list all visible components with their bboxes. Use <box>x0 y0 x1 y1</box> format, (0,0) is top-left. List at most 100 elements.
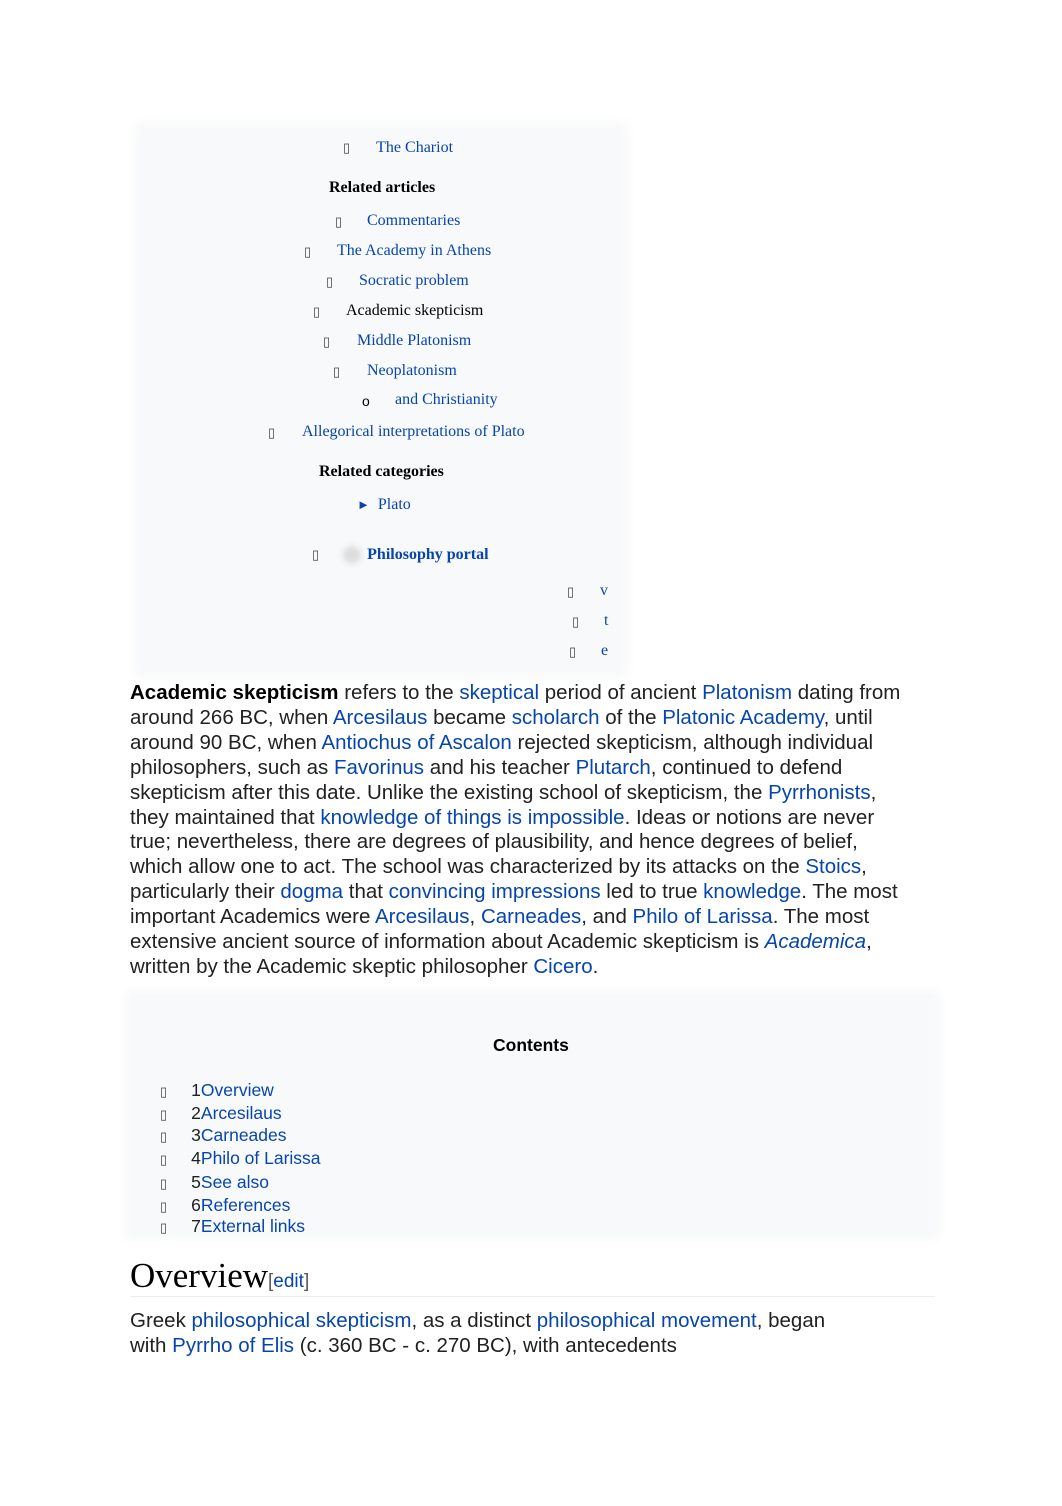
category-plato[interactable]: ► Plato <box>357 496 411 514</box>
text-run: of the <box>599 705 663 729</box>
inline-link[interactable]: Platonic Academy <box>662 706 823 729</box>
paragraph-line: they maintained that knowledge of things… <box>130 806 874 831</box>
text-run: , as a distinct <box>411 1309 537 1332</box>
bullet-icon: ▯ <box>268 425 276 440</box>
sidebar-link[interactable]: The Chariot <box>376 139 453 156</box>
toc-title: Contents <box>493 1035 569 1055</box>
bold-term: Academic skepticism <box>130 681 339 704</box>
bullet-icon: ▯ <box>304 244 312 259</box>
toc-item[interactable]: ▯ 1Overview <box>160 1080 274 1101</box>
text-run: (c. 360 BC - c. 270 BC), with antecedent… <box>294 1333 677 1357</box>
related-categories-heading: Related categories <box>319 463 444 480</box>
inline-link[interactable]: dogma <box>280 880 343 903</box>
toc-item[interactable]: ▯ 2Arcesilaus <box>160 1103 282 1124</box>
inline-link[interactable]: Cicero <box>533 955 592 978</box>
inline-link[interactable]: Favorinus <box>334 756 424 779</box>
inline-link[interactable]: Arcesilaus <box>375 905 470 928</box>
inline-link[interactable]: Arcesilaus <box>333 706 428 729</box>
heading-divider <box>130 1296 935 1297</box>
toc-number: 7 <box>191 1216 201 1236</box>
inline-link[interactable]: Plutarch <box>576 756 651 779</box>
paragraph-line: Greek philosophical skepticism, as a dis… <box>130 1309 825 1334</box>
sidebar-infobox <box>140 128 622 673</box>
section-heading-overview: Overview[edit] <box>130 1256 309 1296</box>
portal-link[interactable]: Philosophy portal <box>367 546 488 563</box>
sidebar-article-link[interactable]: Neoplatonism <box>367 362 457 380</box>
inline-link[interactable]: skeptical <box>459 681 539 704</box>
text-run: . Ideas or notions are never <box>624 805 875 829</box>
navbox-link-e[interactable]: e <box>601 642 608 660</box>
category-link[interactable]: Plato <box>378 496 411 513</box>
paragraph-line: around 90 BC, when Antiochus of Ascalon … <box>130 731 873 756</box>
text-run: , continued to defend <box>650 755 843 779</box>
paragraph-line: skepticism after this date. Unlike the e… <box>130 781 876 806</box>
sidebar-article-link[interactable]: Commentaries <box>367 212 460 230</box>
toc-link[interactable]: Overview <box>201 1080 274 1100</box>
inline-link[interactable]: Stoics <box>805 855 861 878</box>
toc-item[interactable]: ▯ 7External links <box>160 1216 305 1237</box>
inline-link[interactable]: Pyrrho of Elis <box>172 1334 294 1357</box>
sidebar-article-link[interactable]: and Christianity <box>395 391 498 409</box>
inline-link[interactable]: Platonism <box>702 681 792 704</box>
inline-link[interactable]: Carneades <box>481 905 581 928</box>
text-run: , until <box>823 705 873 729</box>
inline-link[interactable]: Antiochus of Ascalon <box>321 731 511 754</box>
text-run: . The most <box>772 905 870 929</box>
text-run: period of ancient <box>539 681 703 704</box>
text-run: , <box>469 905 481 929</box>
bullet-icon: ▯ <box>312 547 320 562</box>
inline-link[interactable]: knowledge <box>703 880 801 903</box>
bullet-icon: ▯ <box>160 1129 168 1144</box>
bullet-icon: ▯ <box>323 334 331 349</box>
toc-number: 3 <box>191 1125 201 1145</box>
toc-link[interactable]: Arcesilaus <box>201 1103 282 1123</box>
toc-link[interactable]: See also <box>201 1172 269 1192</box>
sidebar-article-link[interactable]: The Academy in Athens <box>337 242 491 260</box>
text-run: with <box>130 1333 173 1357</box>
toc-link[interactable]: References <box>201 1195 291 1215</box>
text-run: and his teacher <box>424 755 576 779</box>
paragraph-line: around 266 BC, when Arcesilaus became sc… <box>130 706 873 731</box>
text-run: Greek <box>130 1309 192 1332</box>
philosophy-portal[interactable]: ▯ Philosophy portal <box>312 546 489 565</box>
paragraph-line: important Academics were Arcesilaus, Car… <box>130 905 869 930</box>
inline-link[interactable]: Pyrrhonists <box>768 781 871 804</box>
text-run: rejected skepticism, although individual <box>511 730 874 754</box>
bullet-icon: ▯ <box>160 1107 168 1122</box>
text-run: . The most <box>801 880 898 904</box>
bullet-icon: ▯ <box>326 274 334 289</box>
navbox-link-v[interactable]: v <box>600 582 608 600</box>
bullet-icon: ▯ <box>313 304 321 319</box>
sidebar-item-the-chariot[interactable]: ▯ The Chariot <box>343 139 453 157</box>
text-run: , <box>866 930 872 953</box>
toc-item[interactable]: ▯ 6References <box>160 1195 290 1216</box>
inline-link[interactable]: philosophical skepticism <box>192 1309 412 1332</box>
text-run: refers to the <box>338 681 460 704</box>
text-run: became <box>427 705 512 729</box>
inline-link[interactable]: Philo of Larissa <box>633 905 773 928</box>
bullet-icon: ▯ <box>160 1152 168 1167</box>
sidebar-article-link[interactable]: Allegorical interpretations of Plato <box>302 423 525 441</box>
sidebar-article-link[interactable]: Socratic problem <box>359 272 469 290</box>
toc-link[interactable]: Carneades <box>201 1125 287 1145</box>
sidebar-article-link[interactable]: Middle Platonism <box>357 332 471 350</box>
navbox-link-t[interactable]: t <box>604 612 608 630</box>
edit-link[interactable]: edit <box>273 1271 304 1292</box>
toc-item[interactable]: ▯ 4Philo of Larissa <box>160 1148 321 1169</box>
bracket: ] <box>303 1271 310 1292</box>
toc-link[interactable]: External links <box>201 1216 305 1236</box>
bullet-icon: ▯ <box>160 1084 168 1099</box>
inline-link[interactable]: scholarch <box>512 706 600 729</box>
edit-section[interactable]: [edit] <box>268 1271 309 1292</box>
bullet-icon: ▯ <box>572 614 580 629</box>
inline-link[interactable]: knowledge of things is impossible <box>320 806 624 829</box>
toc-number: 2 <box>191 1103 201 1123</box>
toc-link[interactable]: Philo of Larissa <box>201 1148 321 1168</box>
inline-link[interactable]: philosophical movement <box>537 1309 757 1332</box>
toc-item[interactable]: ▯ 5See also <box>160 1172 269 1193</box>
inline-link[interactable]: Academica <box>765 930 866 953</box>
inline-link[interactable]: convincing impressions <box>389 880 601 903</box>
toc-item[interactable]: ▯ 3Carneades <box>160 1125 287 1146</box>
text-run: around 266 BC, when <box>130 705 333 729</box>
text-run: around 90 BC, when <box>130 730 322 754</box>
